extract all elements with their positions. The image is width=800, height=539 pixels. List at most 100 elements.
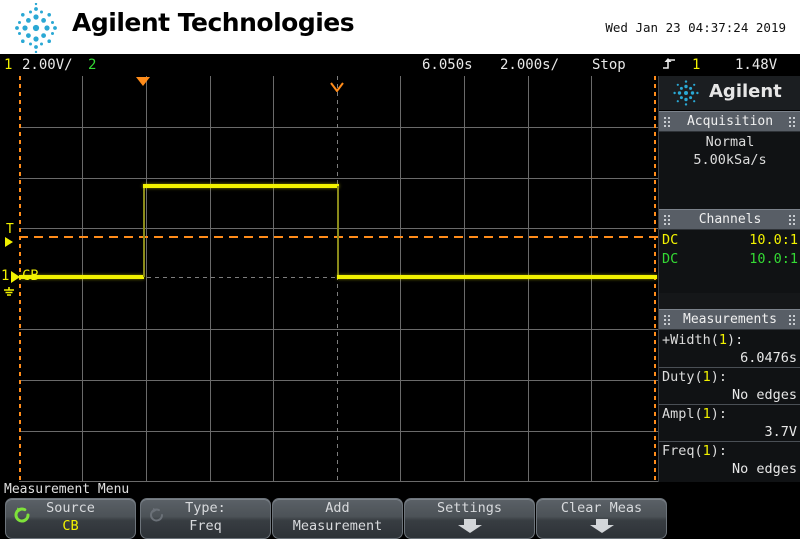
status-trigger-source[interactable]: 1 [692, 56, 700, 74]
softkey-label-line2: Measurement [292, 518, 383, 534]
grid-line-v [210, 76, 211, 482]
measurement-label: +Width(1): [659, 331, 800, 349]
waveform-trace-high [143, 184, 339, 188]
measurement-name: Duty( [662, 369, 703, 385]
delay-position-marker[interactable] [330, 77, 344, 93]
status-trigger-level[interactable]: 1.48V [735, 56, 777, 74]
acquisition-mode: Normal [705, 134, 755, 150]
grid-line-v [146, 76, 147, 482]
softkey-type[interactable]: Type: Freq [140, 498, 271, 539]
grid-line-v [528, 76, 529, 482]
softkey-clear-meas[interactable]: Clear Meas [536, 498, 667, 539]
softkey-label-line1: Type: [185, 500, 226, 516]
center-vertical-ticks [337, 76, 338, 482]
measurement-name: Freq( [662, 443, 703, 459]
measurement-name: Ampl( [662, 406, 703, 422]
softkey-label-line1: Source [46, 500, 95, 516]
waveform-trace-low-right [337, 275, 657, 279]
softkey-label-line1: Clear Meas [560, 500, 643, 516]
measurement-value: No edges [731, 387, 797, 403]
measurement-value: No edges [731, 461, 797, 477]
measurement-value: 6.0476s [740, 350, 797, 366]
date-time-display: Wed Jan 23 04:37:24 2019 [605, 20, 786, 35]
measurement-item[interactable]: Ampl(1): 3.7V [659, 404, 800, 441]
grip-dots-icon [664, 315, 671, 325]
brand-header: Agilent Technologies Wed Jan 23 04:37:24… [0, 0, 800, 54]
acquisition-sample-rate: 5.00kSa/s [693, 152, 767, 168]
grid-line-h [19, 329, 658, 330]
grid-line-h [19, 431, 658, 432]
measurement-label: Duty(1): [659, 368, 800, 386]
channel-probe-ratio: 10.0:1 [749, 251, 798, 267]
measurement-source: 1 [702, 443, 711, 459]
softkey-settings[interactable]: Settings [404, 498, 535, 539]
acquisition-body: Normal 5.00kSa/s [659, 132, 800, 209]
channel-coupling: DC [662, 251, 679, 267]
grid-line-v [400, 76, 401, 482]
grid-line-h [19, 380, 658, 381]
agilent-starburst-icon [15, 3, 57, 53]
down-arrow-icon [589, 519, 615, 538]
channel-row[interactable]: DC 10.0:1 [659, 250, 800, 269]
measurement-source: 1 [718, 332, 728, 348]
measurement-name: +Width( [662, 332, 719, 348]
status-run-state: Stop [592, 57, 626, 73]
measurement-suffix: ): [710, 369, 728, 385]
sidebar-brand-text: Agilent [709, 81, 782, 102]
status-ch1-number[interactable]: 1 [4, 56, 12, 74]
measurement-value: 3.7V [764, 424, 797, 440]
channel-label[interactable]: CB [22, 268, 39, 284]
waveform-graticule[interactable]: T 1 CB [0, 76, 658, 482]
measurement-item[interactable]: +Width(1): 6.0476s [659, 331, 800, 367]
status-bar: 1 2.00V/ 2 6.050s 2.000s/ Stop 1 1.48V [0, 54, 800, 76]
agilent-starburst-icon [673, 80, 699, 106]
softkey-label-line2: Freq [189, 518, 222, 534]
grid-line-v [273, 76, 274, 482]
section-header-measurements[interactable]: Measurements [659, 309, 800, 330]
oscilloscope-screen: Agilent Technologies Wed Jan 23 04:37:24… [0, 0, 800, 539]
grip-dots-icon [664, 117, 671, 127]
status-time-position[interactable]: 6.050s [422, 56, 473, 74]
measurements-body: +Width(1): 6.0476s Duty(1): No edges Amp… [659, 330, 800, 483]
status-ch2-number[interactable]: 2 [88, 56, 96, 74]
right-edge-marker [654, 76, 656, 482]
softkey-label-line2: CB [62, 518, 79, 534]
section-title: Channels [698, 212, 762, 227]
channel-probe-ratio: 10.0:1 [749, 232, 798, 248]
channel-row[interactable]: DC 10.0:1 [659, 231, 800, 250]
trigger-level-handle[interactable] [5, 237, 13, 247]
section-title: Acquisition [686, 114, 774, 129]
softkey-add-measurement[interactable]: Add Measurement [272, 498, 403, 539]
measurement-item[interactable]: Freq(1): No edges [659, 441, 800, 478]
right-sidebar: Agilent Acquisition Normal 5.00kSa/s Cha… [658, 76, 800, 483]
measurement-item[interactable]: Duty(1): No edges [659, 367, 800, 404]
softkey-label-line1: Settings [436, 500, 503, 516]
brand-title: Agilent Technologies [72, 8, 355, 37]
menu-title: Measurement Menu [4, 482, 130, 497]
measurement-suffix: ): [727, 332, 744, 348]
channels-body: DC 10.0:1 DC 10.0:1 [659, 230, 800, 293]
section-header-channels[interactable]: Channels [659, 209, 800, 230]
down-arrow-icon [457, 519, 483, 538]
softkey-menu-bar: Measurement Menu Source CB Type: Freq Ad… [0, 482, 800, 539]
softkey-label-line1: Add [325, 500, 350, 516]
status-ch1-volts-div[interactable]: 2.00V/ [22, 56, 73, 74]
measurement-source: 1 [702, 406, 711, 422]
trigger-position-marker[interactable] [136, 77, 150, 86]
rising-edge-icon [662, 56, 678, 77]
channel-coupling: DC [662, 232, 679, 248]
grid-line-v [591, 76, 592, 482]
measurement-label: Freq(1): [659, 442, 800, 460]
waveform-falling-edge [337, 186, 339, 277]
section-header-acquisition[interactable]: Acquisition [659, 111, 800, 132]
measurement-suffix: ): [710, 443, 728, 459]
trigger-level-marker-label: T [6, 222, 14, 237]
measurement-label: Ampl(1): [659, 405, 800, 423]
waveform-rising-edge [143, 186, 145, 277]
softkey-source[interactable]: Source CB [5, 498, 136, 539]
status-time-per-div[interactable]: 2.000s/ [500, 56, 559, 74]
sidebar-brand: Agilent [659, 76, 800, 111]
grid-line-v [82, 76, 83, 482]
grip-dots-icon [789, 117, 796, 127]
section-title: Measurements [683, 312, 777, 327]
